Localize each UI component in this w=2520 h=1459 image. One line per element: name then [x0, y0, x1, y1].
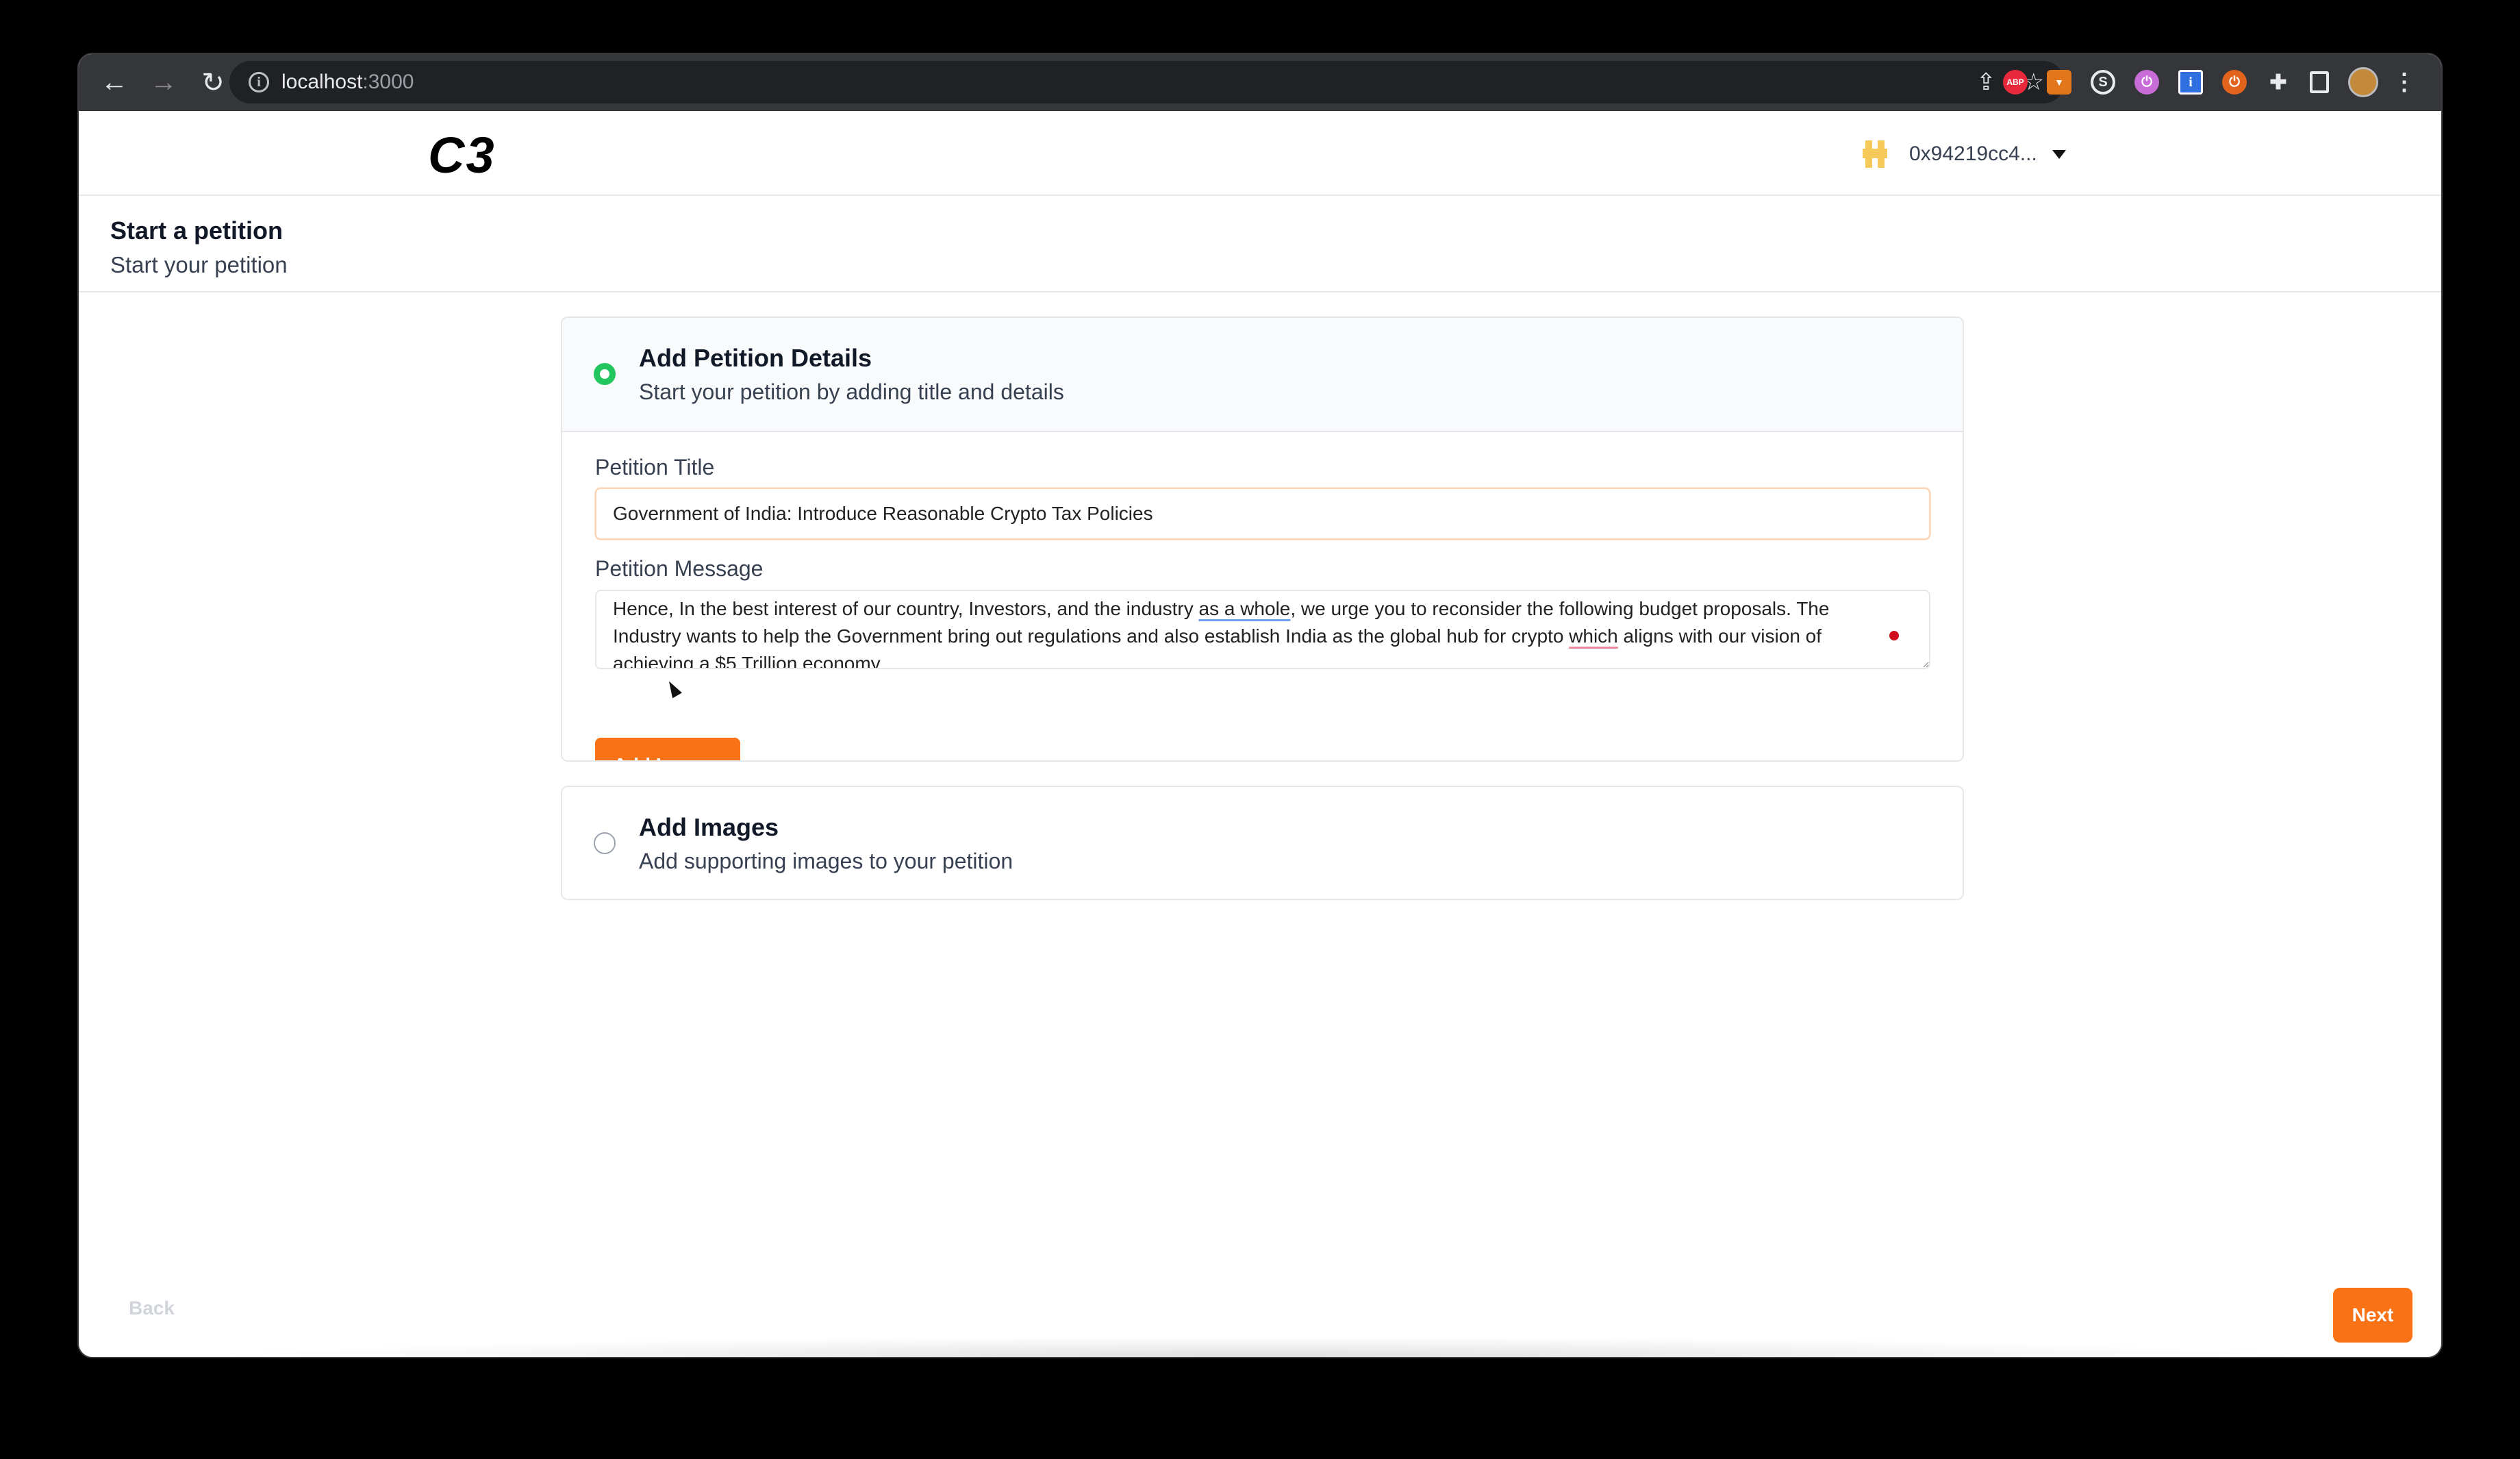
step-header[interactable]: Add Images Add supporting images to your… [562, 787, 1963, 899]
app-header: C3 0x94219cc4... [79, 111, 2441, 196]
browser-menu-icon[interactable]: ⋮ [2393, 69, 2416, 95]
page-header: Start a petition Start your petition [79, 196, 2441, 292]
wallet-identicon-icon [1863, 140, 1887, 168]
wallet-dropdown[interactable]: 0x94219cc4... [1863, 137, 2066, 171]
next-button[interactable]: Next [2333, 1288, 2412, 1343]
url-host: localhost [281, 71, 363, 93]
step-description: Start your petition by adding title and … [639, 379, 1064, 404]
back-button[interactable]: Back [129, 1297, 175, 1319]
step-inactive-radio-icon [594, 832, 616, 854]
address-bar[interactable]: i localhost :3000 ⇪ ☆ [229, 61, 2065, 103]
spelling-suggestion[interactable]: which [1569, 625, 1618, 647]
url-port: :3000 [362, 71, 414, 93]
step-title: Add Petition Details [639, 344, 872, 372]
extensions-puzzle-icon[interactable]: ✚ [2266, 70, 2291, 95]
power-extension-icon[interactable]: ⏻ [2134, 70, 2159, 95]
wallet-address: 0x94219cc4... [1909, 142, 2037, 165]
petition-message-label: Petition Message [595, 556, 764, 581]
grammar-suggestion[interactable]: as a whole [1199, 598, 1291, 619]
browser-toolbar: ← → ↻ i localhost :3000 ⇪ ☆ ABP ▼ S ⏻ i … [79, 54, 2441, 111]
step-card-add-images: Add Images Add supporting images to your… [561, 786, 1964, 900]
orange-extension-icon[interactable]: ⏻ [2222, 70, 2247, 95]
message-text: Hence, In the best interest of our count… [613, 598, 1199, 619]
add-images-button[interactable]: Add Images [595, 738, 740, 760]
share-icon[interactable]: ⇪ [1976, 68, 1996, 96]
info-extension-icon[interactable]: i [2178, 70, 2203, 95]
back-arrow-icon[interactable]: ← [92, 61, 136, 105]
forward-arrow-icon[interactable]: → [142, 61, 186, 105]
petition-message-textarea[interactable]: Hence, In the best interest of our count… [595, 590, 1930, 669]
footer-shadow [202, 1336, 2318, 1357]
metamask-fox-icon[interactable]: ▼ [2047, 70, 2071, 95]
petition-title-input[interactable] [595, 488, 1930, 540]
s-extension-icon[interactable]: S [2091, 70, 2115, 95]
app-logo[interactable]: C3 [428, 126, 496, 184]
step-card-petition-details: Add Petition Details Start your petition… [561, 316, 1964, 762]
browser-window: ← → ↻ i localhost :3000 ⇪ ☆ ABP ▼ S ⏻ i … [77, 53, 2443, 1358]
page-subtitle: Start your petition [110, 252, 288, 277]
petition-title-label: Petition Title [595, 455, 715, 479]
step-header[interactable]: Add Petition Details Start your petition… [562, 318, 1963, 432]
site-info-icon[interactable]: i [249, 72, 269, 92]
page-title: Start a petition [110, 216, 284, 245]
step-description: Add supporting images to your petition [639, 849, 1013, 873]
reload-icon[interactable]: ↻ [191, 61, 235, 105]
grammar-checker-indicator-icon[interactable] [1889, 631, 1899, 640]
step-active-radio-icon [594, 363, 616, 385]
profile-avatar-icon[interactable] [2348, 67, 2378, 97]
caret-down-icon [2052, 149, 2066, 159]
extensions-bar: ABP ▼ S ⏻ i ⏻ ✚ ⋮ [2003, 61, 2416, 103]
adblock-plus-icon[interactable]: ABP [2003, 70, 2028, 95]
side-panel-icon[interactable] [2310, 71, 2329, 93]
step-title: Add Images [639, 813, 779, 841]
